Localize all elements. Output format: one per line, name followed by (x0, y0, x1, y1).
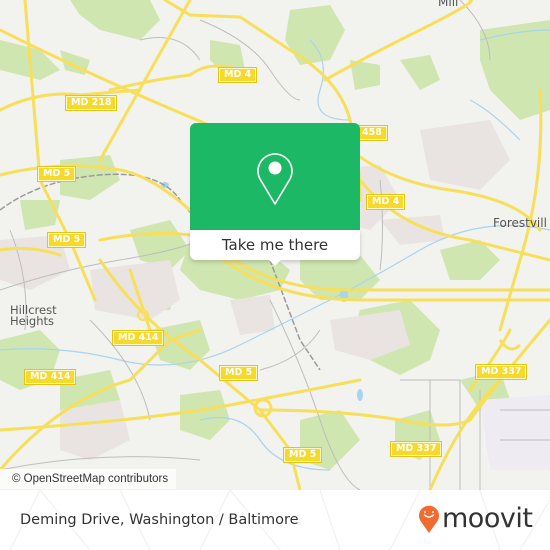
footer-bar: Deming Drive, Washington / Baltimore moo… (0, 490, 550, 550)
location-popup: Take me there (190, 123, 360, 266)
popup-pointer (268, 259, 282, 266)
road-shield-md4: MD 4 (365, 194, 406, 210)
place-label-hillcrest-heights: Hillcrest Heights (10, 304, 57, 328)
moovit-logo[interactable]: moovit (418, 503, 533, 534)
road-shield-md414: MD 414 (111, 330, 165, 346)
road-shield-md337: MD 337 (474, 364, 528, 380)
map-pin-icon (257, 153, 293, 205)
moovit-wordmark: moovit (442, 503, 533, 534)
road-shield-md458: 458 (356, 125, 388, 141)
road-shield-md5: MD 5 (46, 232, 87, 248)
road-shield-md414: MD 414 (23, 369, 77, 385)
road-shield-md5: MD 5 (36, 166, 77, 182)
popup-header (190, 123, 360, 236)
map-view[interactable]: MD 4 MD 218 458 MD 5 MD 4 MD 5 MD 414 MD… (0, 0, 550, 490)
road-shield-md218: MD 218 (64, 95, 118, 111)
map-attribution[interactable]: © OpenStreetMap contributors (0, 469, 177, 489)
moovit-pin-smile-icon (419, 505, 439, 533)
road-shield-md5: MD 5 (218, 365, 259, 381)
place-label-mill: Mill (438, 0, 459, 9)
location-title: Deming Drive, Washington / Baltimore (20, 512, 299, 528)
road-shield-md5: MD 5 (282, 447, 323, 463)
take-me-there-button[interactable]: Take me there (190, 230, 360, 260)
road-shield-md337: MD 337 (389, 441, 443, 457)
road-shield-md4: MD 4 (217, 67, 258, 83)
place-label-forestville: Forestvill (493, 216, 547, 230)
place-label-line: Heights (10, 314, 55, 328)
